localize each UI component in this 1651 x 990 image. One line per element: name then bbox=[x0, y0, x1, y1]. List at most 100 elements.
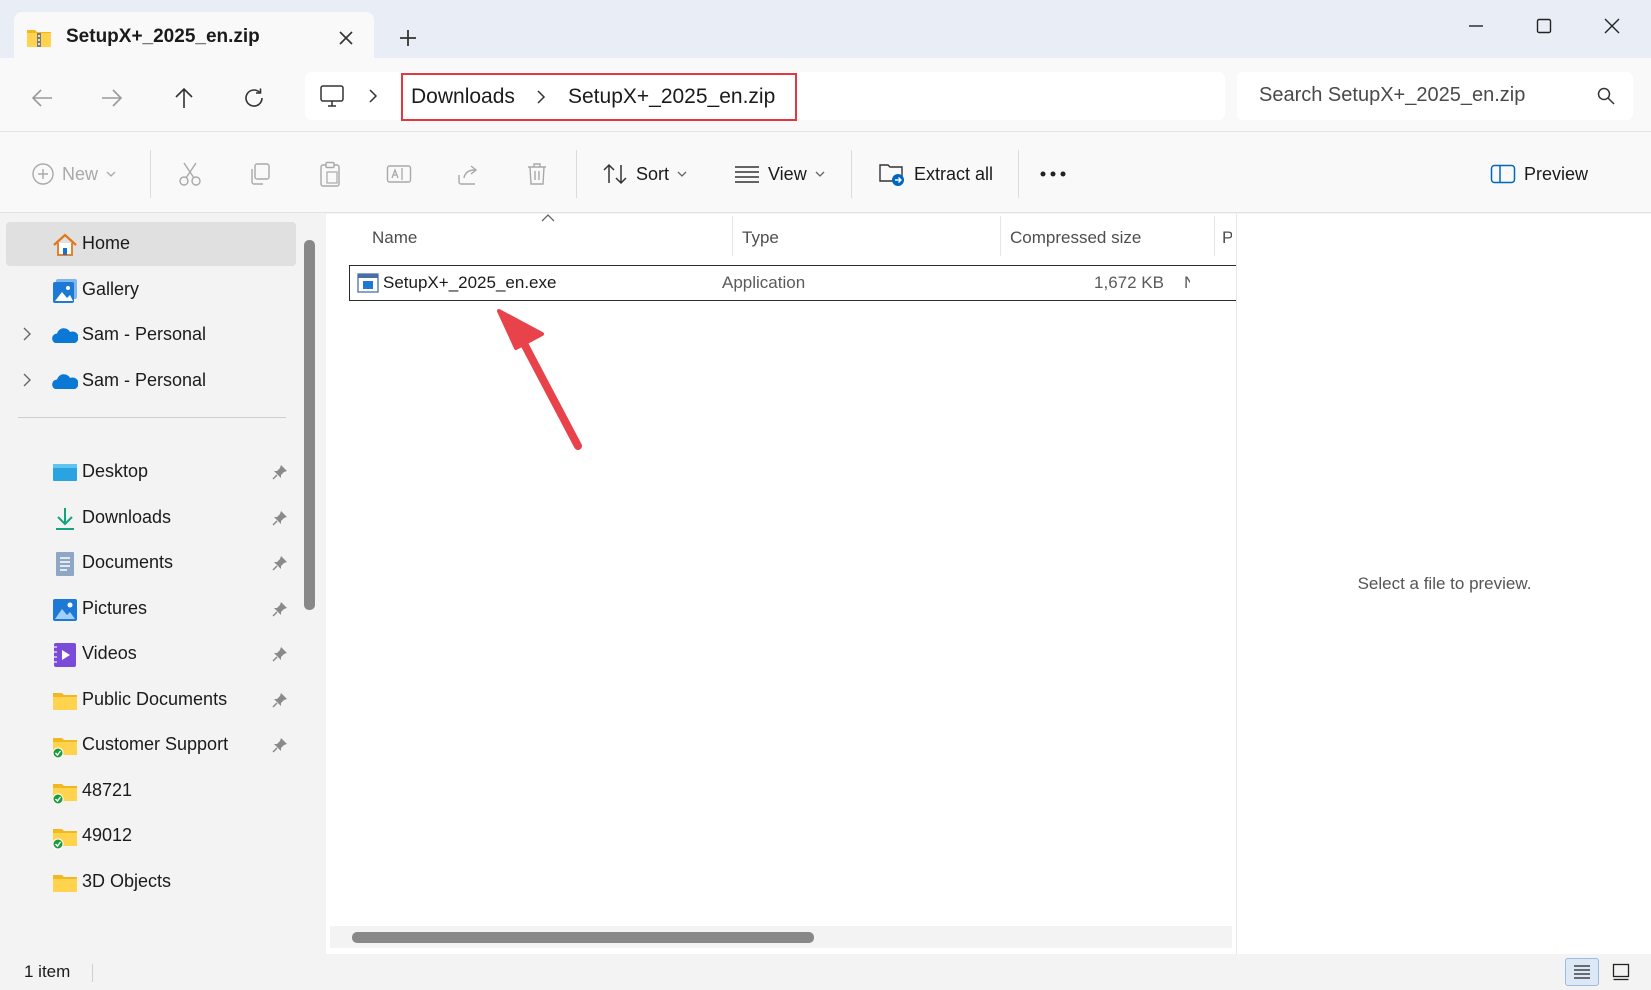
pin-icon[interactable] bbox=[272, 692, 288, 708]
back-arrow-icon[interactable] bbox=[22, 78, 62, 118]
view-label: View bbox=[768, 163, 807, 184]
sidebar-item-label: Sam - Personal bbox=[82, 324, 207, 344]
sidebar-item-label: Desktop bbox=[82, 461, 149, 481]
sort-button[interactable]: Sort bbox=[602, 154, 687, 194]
file-compressed-size: 1,672 KB bbox=[1094, 273, 1164, 292]
pin-icon[interactable] bbox=[272, 510, 288, 526]
preview-label: Preview bbox=[1524, 163, 1589, 184]
forward-arrow-icon[interactable] bbox=[92, 78, 132, 118]
sidebar-item-gallery[interactable]: Gallery bbox=[6, 268, 296, 312]
delete-trash-icon[interactable] bbox=[526, 154, 548, 194]
new-label: New bbox=[62, 163, 99, 184]
search-box[interactable]: Search SetupX+_2025_en.zip bbox=[1237, 72, 1633, 120]
pin-icon[interactable] bbox=[272, 646, 288, 662]
download-icon bbox=[52, 506, 78, 532]
sidebar-item-pictures[interactable]: Pictures bbox=[6, 587, 296, 631]
sidebar-item-desktop[interactable]: Desktop bbox=[6, 450, 296, 494]
sidebar-item-label: 49012 bbox=[82, 825, 133, 845]
horizontal-scrollbar[interactable] bbox=[352, 932, 814, 943]
sidebar-item-49012[interactable]: 49012 bbox=[6, 814, 296, 858]
column-divider[interactable] bbox=[732, 216, 733, 256]
maximize-icon[interactable] bbox=[1524, 10, 1564, 42]
minimize-icon[interactable] bbox=[1456, 10, 1496, 42]
folder-synced-icon bbox=[52, 733, 78, 759]
close-window-icon[interactable] bbox=[1592, 10, 1632, 42]
details-view-icon[interactable] bbox=[1565, 958, 1599, 986]
pictures-icon bbox=[52, 597, 78, 623]
navigation-bar: Downloads SetupX+_2025_en.zip Search Set… bbox=[0, 58, 1651, 132]
up-arrow-icon[interactable] bbox=[164, 78, 204, 118]
cut-icon[interactable] bbox=[178, 154, 202, 194]
application-exe-icon bbox=[357, 273, 379, 293]
chevron-right-icon[interactable] bbox=[536, 90, 546, 104]
sidebar-item-onedrive-1[interactable]: Sam - Personal bbox=[6, 313, 296, 357]
sidebar-scrollbar[interactable] bbox=[304, 240, 315, 610]
sidebar-item-public-documents[interactable]: Public Documents bbox=[6, 678, 296, 722]
sidebar-item-home[interactable]: Home bbox=[6, 222, 296, 266]
new-tab-plus-icon[interactable] bbox=[392, 22, 424, 54]
sidebar-item-downloads[interactable]: Downloads bbox=[6, 496, 296, 540]
sidebar-item-label: Pictures bbox=[82, 598, 148, 618]
sidebar-item-label: Videos bbox=[82, 643, 137, 663]
rename-icon[interactable] bbox=[386, 154, 412, 194]
column-divider[interactable] bbox=[1214, 216, 1215, 256]
column-header-type[interactable]: Type bbox=[742, 228, 779, 248]
sidebar-item-label: 3D Objects bbox=[82, 871, 172, 891]
column-header-partial[interactable]: P bbox=[1222, 228, 1232, 248]
chevron-right-icon[interactable] bbox=[368, 89, 378, 103]
paste-icon[interactable] bbox=[318, 154, 342, 194]
sort-label: Sort bbox=[636, 163, 670, 184]
search-icon[interactable] bbox=[1597, 87, 1615, 105]
new-button[interactable]: New bbox=[32, 154, 116, 194]
breadcrumb-downloads[interactable]: Downloads bbox=[411, 85, 515, 109]
chevron-right-icon[interactable] bbox=[22, 373, 32, 387]
breadcrumb-zip[interactable]: SetupX+_2025_en.zip bbox=[568, 85, 775, 109]
sidebar-item-documents[interactable]: Documents bbox=[6, 541, 296, 585]
toolbar-divider bbox=[1018, 150, 1019, 198]
pin-icon[interactable] bbox=[272, 737, 288, 753]
column-header-name[interactable]: Name bbox=[372, 228, 417, 248]
copy-icon[interactable] bbox=[248, 154, 272, 194]
sidebar-item-customer-support[interactable]: Customer Support bbox=[6, 723, 296, 767]
close-tab-icon[interactable] bbox=[332, 24, 360, 52]
extract-all-button[interactable]: Extract all bbox=[878, 154, 993, 194]
column-header-compressed-size[interactable]: Compressed size bbox=[1010, 228, 1141, 248]
folder-icon bbox=[52, 688, 78, 714]
sidebar-item-onedrive-2[interactable]: Sam - Personal bbox=[6, 359, 296, 403]
sidebar-item-videos[interactable]: Videos bbox=[6, 632, 296, 676]
column-divider[interactable] bbox=[1000, 216, 1001, 256]
status-divider bbox=[92, 964, 93, 982]
more-options-icon[interactable] bbox=[1040, 154, 1066, 194]
red-arrow-annotation-icon bbox=[494, 306, 594, 456]
sidebar-item-48721[interactable]: 48721 bbox=[6, 769, 296, 813]
this-pc-icon[interactable] bbox=[319, 84, 345, 108]
gallery-icon bbox=[52, 278, 78, 304]
tab-active[interactable]: SetupX+_2025_en.zip bbox=[14, 12, 374, 60]
pin-icon[interactable] bbox=[272, 555, 288, 571]
folder-synced-icon bbox=[52, 779, 78, 805]
large-icons-view-icon[interactable] bbox=[1604, 958, 1638, 986]
file-extra-column: N bbox=[1184, 273, 1190, 293]
file-list: Name Type Compressed size P SetupX+_2025… bbox=[326, 214, 1236, 954]
status-bar: 1 item bbox=[0, 954, 1651, 990]
preview-message: Select a file to preview. bbox=[1357, 574, 1532, 593]
preview-pane-button[interactable]: Preview bbox=[1490, 154, 1588, 194]
search-input[interactable]: Search SetupX+_2025_en.zip bbox=[1259, 84, 1525, 107]
sidebar-item-label: Documents bbox=[82, 552, 174, 572]
pin-icon[interactable] bbox=[272, 601, 288, 617]
folder-icon bbox=[52, 870, 78, 896]
view-button[interactable]: View bbox=[734, 154, 825, 194]
pin-icon[interactable] bbox=[272, 464, 288, 480]
chevron-right-icon[interactable] bbox=[22, 327, 32, 341]
chevron-down-icon bbox=[677, 170, 687, 178]
sort-ascending-caret-icon bbox=[541, 214, 555, 222]
sort-arrows-icon bbox=[602, 163, 628, 185]
plus-circle-icon bbox=[32, 163, 54, 185]
sidebar-item-label: Gallery bbox=[82, 279, 140, 299]
table-row[interactable]: SetupX+_2025_en.exe Application 1,672 KB… bbox=[349, 265, 1236, 301]
onedrive-icon bbox=[52, 369, 78, 395]
share-icon[interactable] bbox=[456, 154, 480, 194]
sidebar-item-3d-objects[interactable]: 3D Objects bbox=[6, 860, 296, 904]
refresh-icon[interactable] bbox=[234, 78, 274, 118]
chevron-down-icon bbox=[106, 170, 116, 178]
